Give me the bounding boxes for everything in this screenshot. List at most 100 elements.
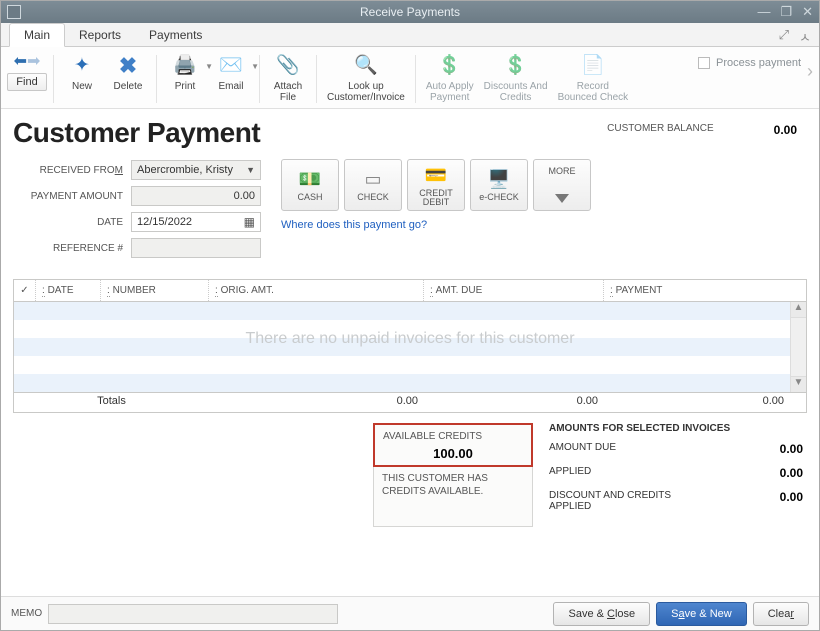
email-icon: ✉️ (219, 56, 243, 77)
process-payment-label: Process payment (716, 57, 801, 69)
grid-totals-row: Totals 0.00 0.00 0.00 (13, 393, 807, 413)
delete-button[interactable]: ✖ Delete (106, 51, 150, 94)
amounts-heading: AMOUNTS FOR SELECTED INVOICES (549, 423, 803, 434)
date-value: 12/15/2022 (137, 216, 192, 228)
discounts-credits-button[interactable]: 💲 Discounts And Credits (480, 51, 552, 105)
payment-destination-link[interactable]: Where does this payment go? (281, 219, 427, 231)
date-label: DATE (13, 217, 131, 228)
received-from-select[interactable]: Abercrombie, Kristy ▼ (131, 160, 261, 180)
clear-button[interactable]: Clear (753, 602, 809, 626)
payment-amount-input[interactable]: 0.00 (131, 186, 261, 206)
grid-body[interactable]: There are no unpaid invoices for this cu… (14, 302, 806, 392)
print-button[interactable]: 🖨️ ▼ Print (163, 51, 207, 94)
calendar-icon[interactable]: ▦ (244, 215, 255, 229)
tab-reports[interactable]: Reports (65, 24, 135, 46)
check-icon: ▭ (358, 168, 388, 190)
save-close-button[interactable]: Save & Close (553, 602, 650, 626)
col-orig-amt[interactable]: : ORIG. AMT. (209, 280, 424, 301)
reference-input[interactable] (131, 238, 261, 258)
chevron-down-icon: ▼ (246, 165, 255, 175)
customer-balance-label: CUSTOMER BALANCE (607, 123, 714, 137)
record-bounced-check-button[interactable]: 📄 Record Bounced Check (554, 51, 633, 105)
next-arrow-icon[interactable]: ➡ (27, 51, 40, 71)
minimize-icon[interactable]: — (757, 4, 770, 20)
pay-method-echeck[interactable]: 🖥️ e-CHECK (470, 159, 528, 211)
attach-file-button[interactable]: 📎 Attach File (266, 51, 310, 105)
window-title: Receive Payments (360, 5, 460, 19)
bounced-label: Record Bounced Check (558, 81, 629, 103)
auto-apply-payment-button[interactable]: 💲 Auto Apply Payment (422, 51, 478, 105)
discount-credits-applied-value: 0.00 (780, 490, 803, 512)
available-credits-box: AVAILABLE CREDITS 100.00 THIS CUSTOMER H… (373, 423, 533, 527)
discount-credits-applied-label: DISCOUNT AND CREDITS APPLIED (549, 490, 699, 512)
collapse-icon[interactable]: ㅅ (799, 27, 811, 46)
email-button[interactable]: ✉️ ▼ Email (209, 51, 253, 94)
grid-scrollbar[interactable]: ▲ ▼ (790, 302, 806, 392)
date-input[interactable]: 12/15/2022 ▦ (131, 212, 261, 232)
received-from-value: Abercrombie, Kristy (137, 164, 233, 176)
email-dropdown-icon[interactable]: ▼ (251, 63, 259, 72)
memo-label: MEMO (11, 608, 42, 619)
tab-payments[interactable]: Payments (135, 24, 216, 46)
delete-x-icon: ✖ (119, 54, 137, 78)
credit-card-icon: 💳 (421, 164, 451, 186)
cash-icon: 💵 (295, 168, 325, 190)
scroll-down-icon[interactable]: ▼ (791, 376, 806, 392)
amount-due-label: AMOUNT DUE (549, 442, 616, 456)
save-new-button[interactable]: Save & New (656, 602, 747, 626)
printer-icon: 🖨️ (173, 56, 197, 77)
received-from-label: RECEIVED FROM (13, 165, 131, 176)
discount-icon: 💲 (504, 56, 528, 77)
tab-main[interactable]: Main (9, 23, 65, 47)
col-check[interactable]: ✓ (14, 280, 36, 301)
window-menu-icon[interactable] (7, 5, 21, 19)
col-number[interactable]: : NUMBER (101, 280, 209, 301)
pay-method-cash[interactable]: 💵 CASH (281, 159, 339, 211)
bounced-check-icon: 📄 (581, 56, 605, 77)
cash-label: CASH (297, 193, 322, 202)
attach-file-label: Attach File (274, 81, 302, 103)
process-payment-checkbox[interactable] (698, 57, 710, 69)
lookup-customer-button[interactable]: 🔍 Look up Customer/Invoice (323, 51, 409, 105)
pay-method-credit[interactable]: 💳 CREDIT DEBIT (407, 159, 465, 211)
payment-amount-value: 0.00 (234, 190, 255, 202)
toolbar-scroll-right-icon[interactable]: › (807, 51, 813, 82)
applied-label: APPLIED (549, 466, 591, 480)
tabbar: Main Reports Payments ⤢ ㅅ (1, 23, 819, 47)
credits-note: THIS CUSTOMER HAS CREDITS AVAILABLE. (374, 466, 532, 526)
new-button[interactable]: ✦ New (60, 51, 104, 94)
invoice-grid: ✓ : DATE : NUMBER : ORIG. AMT. : AMT. DU… (13, 279, 807, 393)
totals-label: Totals (14, 393, 209, 412)
new-label: New (72, 81, 92, 92)
pay-method-more[interactable]: MORE (533, 159, 591, 211)
lookup-icon: 🔍 (354, 56, 378, 77)
more-label: MORE (549, 167, 576, 176)
totals-orig: 0.00 (209, 393, 424, 412)
echeck-icon: 🖥️ (484, 168, 514, 190)
grid-empty-message: There are no unpaid invoices for this cu… (14, 330, 806, 348)
reference-label: REFERENCE # (13, 243, 131, 254)
auto-apply-icon: 💲 (438, 56, 462, 77)
scroll-up-icon[interactable]: ▲ (791, 302, 806, 318)
available-credits-label: AVAILABLE CREDITS (383, 431, 523, 442)
fullscreen-icon[interactable]: ⤢ (779, 27, 789, 46)
col-amt-due[interactable]: : AMT. DUE (424, 280, 604, 301)
auto-apply-label: Auto Apply Payment (426, 81, 474, 103)
find-button[interactable]: Find (7, 73, 46, 91)
email-label: Email (218, 81, 243, 92)
paperclip-icon: 📎 (276, 56, 300, 77)
pay-method-check[interactable]: ▭ CHECK (344, 159, 402, 211)
bottom-bar: MEMO Save & Close Save & New Clear (1, 596, 819, 630)
toolbar: ⬅ ➡ Find ✦ New ✖ Delete 🖨️ ▼ Print ✉️ ▼ … (1, 47, 819, 109)
maximize-icon[interactable]: ❐ (780, 4, 792, 20)
payment-amount-label: PAYMENT AMOUNT (13, 191, 131, 202)
grid-header: ✓ : DATE : NUMBER : ORIG. AMT. : AMT. DU… (14, 280, 806, 302)
delete-label: Delete (114, 81, 143, 92)
prev-arrow-icon[interactable]: ⬅ (14, 51, 27, 71)
col-date[interactable]: : DATE (36, 280, 101, 301)
amounts-selected-box: AMOUNTS FOR SELECTED INVOICES AMOUNT DUE… (549, 423, 803, 527)
col-payment[interactable]: : PAYMENT (604, 280, 806, 301)
memo-input[interactable] (48, 604, 338, 624)
close-icon[interactable]: ✕ (802, 4, 813, 20)
check-label: CHECK (357, 193, 389, 202)
